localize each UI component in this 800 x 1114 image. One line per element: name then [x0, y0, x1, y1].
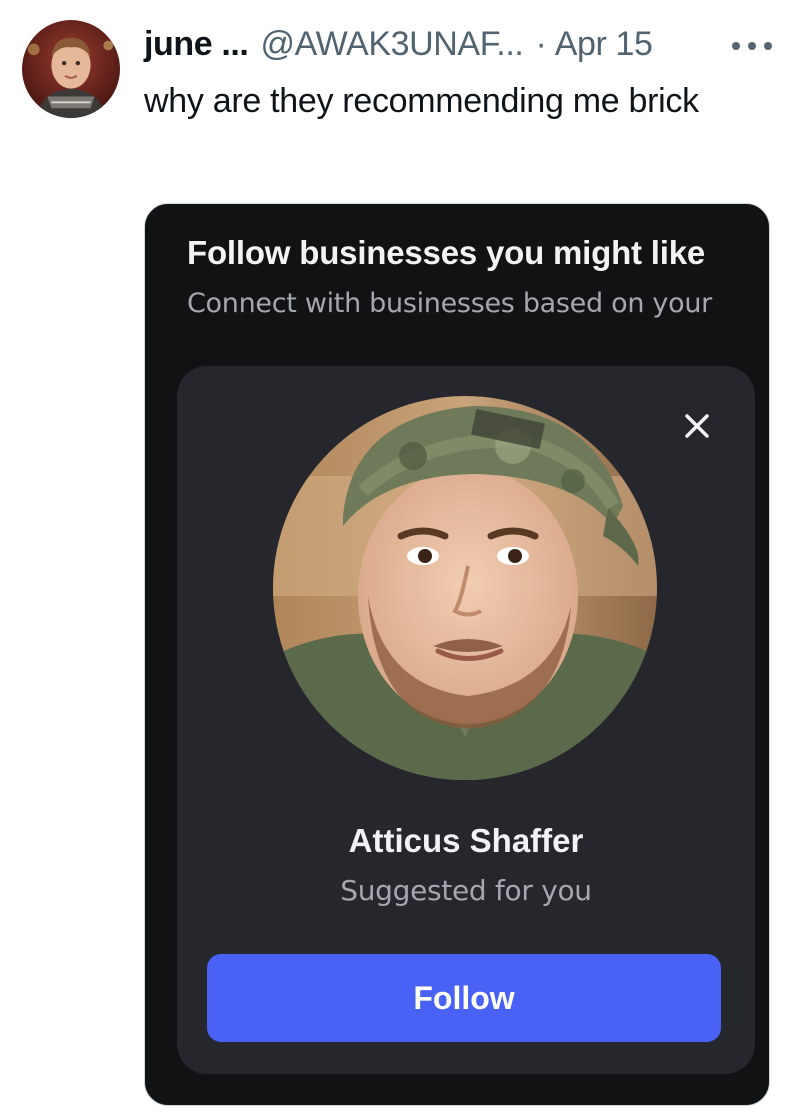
- more-dot: [764, 42, 772, 50]
- media-title: Follow businesses you might like: [187, 234, 706, 271]
- more-dot: [732, 42, 740, 50]
- profile-image: [273, 396, 657, 780]
- header-separator: ·: [535, 25, 547, 63]
- user-avatar[interactable]: [22, 20, 120, 118]
- tweet-media-screenshot[interactable]: Follow businesses you might like Connect…: [144, 203, 770, 1106]
- follow-button[interactable]: Follow: [207, 954, 721, 1042]
- avatar-image: [22, 20, 120, 118]
- more-dot: [748, 42, 756, 50]
- tweet: june ... @AWAK3UNAF... · Apr 15 why are …: [0, 0, 800, 1114]
- suggestion-card: Atticus Shaffer Suggested for you Follow: [177, 366, 755, 1074]
- profile-photo[interactable]: [273, 396, 657, 780]
- media-subtitle: Connect with businesses based on your: [187, 288, 712, 319]
- tweet-date[interactable]: Apr 15: [555, 22, 653, 66]
- tweet-header: june ... @AWAK3UNAF... · Apr 15: [144, 22, 653, 66]
- suggestion-reason: Suggested for you: [340, 874, 592, 907]
- close-icon[interactable]: [682, 411, 712, 441]
- display-name[interactable]: june ...: [144, 22, 249, 66]
- more-horizontal-icon[interactable]: [732, 40, 772, 52]
- user-handle[interactable]: @AWAK3UNAF...: [260, 22, 523, 66]
- suggested-account-name[interactable]: Atticus Shaffer: [177, 822, 755, 860]
- tweet-text: why are they recommending me brick: [144, 82, 699, 120]
